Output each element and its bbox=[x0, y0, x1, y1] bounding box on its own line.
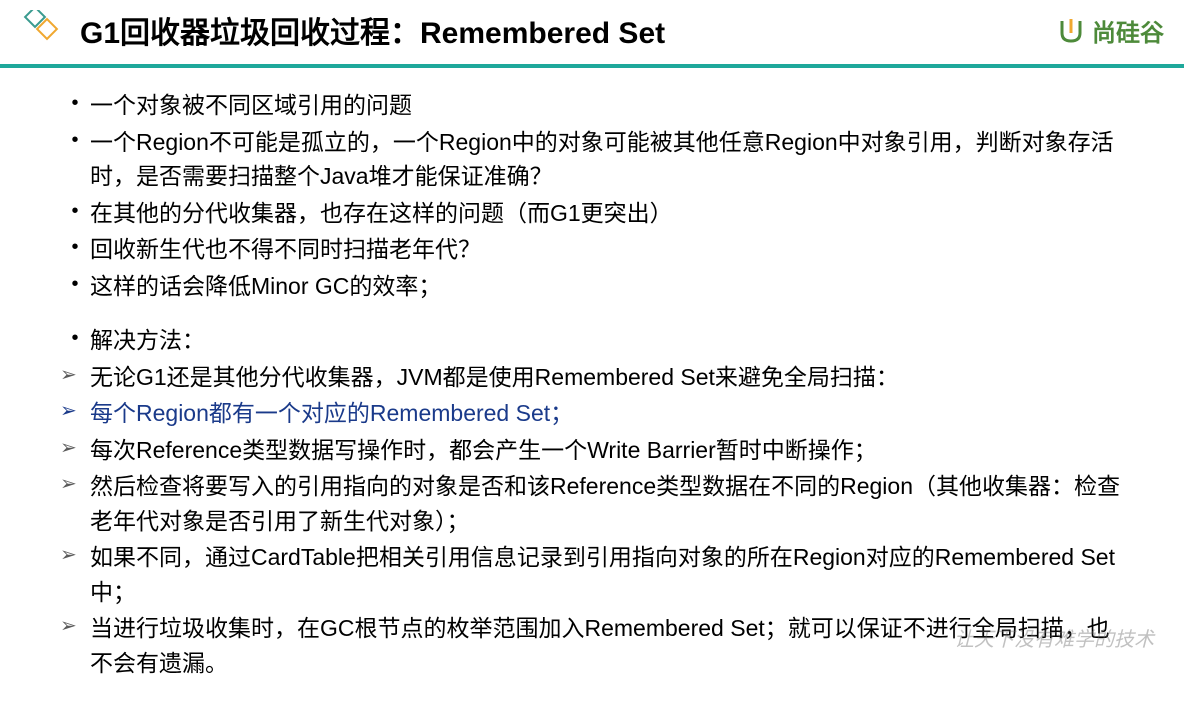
slide-title: G1回收器垃圾回收过程：Remembered Set bbox=[80, 8, 1056, 52]
brand-icon bbox=[1056, 15, 1086, 45]
arrow-marker: ➢ bbox=[60, 540, 90, 570]
bullet-marker: • bbox=[60, 196, 90, 226]
bullet-marker: • bbox=[60, 88, 90, 118]
bullet-marker: • bbox=[60, 269, 90, 299]
logo-left-icon bbox=[20, 10, 60, 50]
brand-text: 尚硅谷 bbox=[1092, 13, 1164, 48]
arrow-marker: ➢ bbox=[60, 396, 90, 426]
arrow-marker: ➢ bbox=[60, 611, 90, 641]
bullet-text: 在其他的分代收集器，也存在这样的问题（而G1更突出） bbox=[90, 196, 1124, 231]
bullet-text: 一个Region不可能是孤立的，一个Region中的对象可能被其他任意Regio… bbox=[90, 125, 1124, 194]
bullet-marker: • bbox=[60, 125, 90, 155]
arrow-item: ➢每次Reference类型数据写操作时，都会产生一个Write Barrier… bbox=[60, 433, 1124, 468]
arrow-text: 每次Reference类型数据写操作时，都会产生一个Write Barrier暂… bbox=[90, 433, 1124, 468]
bullet-item: •在其他的分代收集器，也存在这样的问题（而G1更突出） bbox=[60, 196, 1124, 231]
bullet-item: •一个Region不可能是孤立的，一个Region中的对象可能被其他任意Regi… bbox=[60, 125, 1124, 194]
arrow-marker: ➢ bbox=[60, 360, 90, 390]
arrow-text: 然后检查将要写入的引用指向的对象是否和该Reference类型数据在不同的Reg… bbox=[90, 469, 1124, 538]
bullet-text: 回收新生代也不得不同时扫描老年代？ bbox=[90, 232, 1124, 267]
arrow-item: ➢每个Region都有一个对应的Remembered Set； bbox=[60, 396, 1124, 431]
bullet-marker: • bbox=[60, 323, 90, 353]
bullet-marker: • bbox=[60, 232, 90, 262]
arrow-item: ➢然后检查将要写入的引用指向的对象是否和该Reference类型数据在不同的Re… bbox=[60, 469, 1124, 538]
arrow-marker: ➢ bbox=[60, 433, 90, 463]
bullet-item: •这样的话会降低Minor GC的效率； bbox=[60, 269, 1124, 304]
arrow-item: ➢如果不同，通过CardTable把相关引用信息记录到引用指向对象的所在Regi… bbox=[60, 540, 1124, 609]
solution-label: 解决方法： bbox=[90, 323, 1124, 358]
brand-logo: 尚硅谷 bbox=[1056, 13, 1164, 48]
watermark-text: 让天下没有难学的技术 bbox=[954, 623, 1154, 652]
arrow-text: 每个Region都有一个对应的Remembered Set； bbox=[90, 396, 1124, 431]
slide-content: •一个对象被不同区域引用的问题•一个Region不可能是孤立的，一个Region… bbox=[0, 68, 1184, 702]
arrow-item: ➢无论G1还是其他分代收集器，JVM都是使用Remembered Set来避免全… bbox=[60, 360, 1124, 395]
arrow-text: 如果不同，通过CardTable把相关引用信息记录到引用指向对象的所在Regio… bbox=[90, 540, 1124, 609]
bullet-item: •一个对象被不同区域引用的问题 bbox=[60, 88, 1124, 123]
slide-header: G1回收器垃圾回收过程：Remembered Set 尚硅谷 bbox=[0, 0, 1184, 68]
arrow-marker: ➢ bbox=[60, 469, 90, 499]
bullet-item: •回收新生代也不得不同时扫描老年代？ bbox=[60, 232, 1124, 267]
bullet-text: 一个对象被不同区域引用的问题 bbox=[90, 88, 1124, 123]
solution-header: • 解决方法： bbox=[60, 323, 1124, 358]
bullet-text: 这样的话会降低Minor GC的效率； bbox=[90, 269, 1124, 304]
problem-list: •一个对象被不同区域引用的问题•一个Region不可能是孤立的，一个Region… bbox=[60, 88, 1124, 303]
arrow-text: 无论G1还是其他分代收集器，JVM都是使用Remembered Set来避免全局… bbox=[90, 360, 1124, 395]
